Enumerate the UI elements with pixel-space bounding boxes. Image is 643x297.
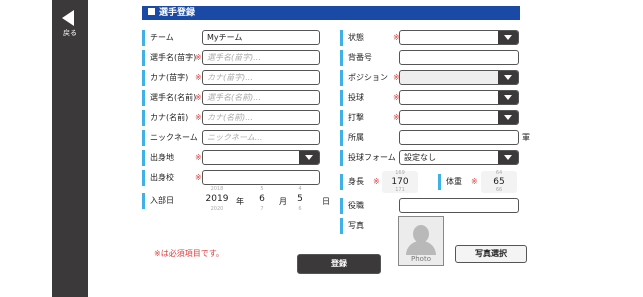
chevron-down-icon <box>498 111 518 124</box>
back-button[interactable]: 戻る <box>58 8 82 38</box>
sidebar <box>52 0 88 297</box>
weight-stepper[interactable]: 64 65 66 <box>481 171 517 193</box>
year-unit: 年 <box>236 197 244 206</box>
photo-preview: Photo <box>398 216 444 266</box>
number-input[interactable] <box>399 50 519 65</box>
label-first-name: 選手名(名前) ※ <box>142 90 202 106</box>
label-photo: 写真 <box>340 218 398 234</box>
day-unit: 日 <box>322 197 330 206</box>
back-label: 戻る <box>63 29 77 37</box>
label-school: 出身校 ※ <box>142 170 202 186</box>
label-team: チーム <box>142 30 200 46</box>
left-margin <box>0 0 52 297</box>
position-select[interactable] <box>399 70 519 85</box>
square-icon <box>148 8 155 15</box>
label-first-kana: カナ(名前) ※ <box>142 110 202 126</box>
label-throw: 投球 ※ <box>340 90 400 106</box>
label-nickname: ニックネーム <box>142 130 200 146</box>
last-kana-input[interactable]: カナ(苗字)... <box>202 70 320 85</box>
label-last-kana: カナ(苗字) ※ <box>142 70 202 86</box>
chevron-down-icon <box>498 151 518 164</box>
photo-caption: Photo <box>411 255 431 263</box>
label-role: 役職 <box>340 198 398 214</box>
register-button[interactable]: 登録 <box>297 254 381 274</box>
required-note: ※は必須項目です。 <box>154 249 224 258</box>
affiliation-unit: 軍 <box>522 133 530 142</box>
bat-select[interactable] <box>399 110 519 125</box>
last-name-input[interactable]: 選手名(苗字)... <box>202 50 320 65</box>
throw-select[interactable] <box>399 90 519 105</box>
label-bat: 打撃 ※ <box>340 110 400 126</box>
chevron-down-icon <box>299 151 319 164</box>
label-last-name: 選手名(苗字) ※ <box>142 50 202 66</box>
month-picker[interactable]: 5 6 7 <box>250 186 274 212</box>
first-name-input[interactable]: 選手名(名前)... <box>202 90 320 105</box>
pitch-form-select[interactable]: 設定なし <box>399 150 519 165</box>
day-picker[interactable]: 4 5 6 <box>288 186 312 212</box>
height-stepper[interactable]: 169 170 171 <box>382 171 418 193</box>
back-arrow-icon <box>62 10 74 26</box>
section-header: 選手登録 <box>142 6 520 20</box>
nickname-input[interactable]: ニックネーム... <box>202 130 320 145</box>
label-affiliation: 所属 <box>340 130 398 146</box>
section-title: 選手登録 <box>159 8 196 18</box>
affiliation-input[interactable] <box>399 130 519 145</box>
team-input[interactable]: Myチーム <box>202 30 320 45</box>
label-number: 背番号 <box>340 50 398 66</box>
hometown-select[interactable] <box>202 150 320 165</box>
chevron-down-icon <box>498 91 518 104</box>
label-pitch-form: 投球フォーム <box>340 150 398 166</box>
select-photo-button[interactable]: 写真選択 <box>455 245 527 263</box>
status-select[interactable] <box>399 30 519 45</box>
school-input[interactable] <box>202 170 320 185</box>
role-input[interactable] <box>399 198 519 213</box>
player-registration-screen: 戻る 選手登録 チーム Myチーム 選手名(苗字) ※ 選手名(苗字)... カナ… <box>0 0 643 297</box>
label-weight: 体重 ※ <box>438 174 478 190</box>
first-kana-input[interactable]: カナ(名前)... <box>202 110 320 125</box>
label-status: 状態 ※ <box>340 30 400 46</box>
month-unit: 月 <box>279 197 287 206</box>
chevron-down-icon <box>498 71 518 84</box>
label-position: ポジション ※ <box>340 70 400 86</box>
person-silhouette-body <box>406 241 436 255</box>
label-height: 身長 ※ <box>340 174 380 190</box>
year-picker[interactable]: 2018 2019 2020 <box>202 186 232 212</box>
chevron-down-icon <box>498 31 518 44</box>
label-enrollment: 入部日 <box>142 193 200 209</box>
label-hometown: 出身地 ※ <box>142 150 202 166</box>
